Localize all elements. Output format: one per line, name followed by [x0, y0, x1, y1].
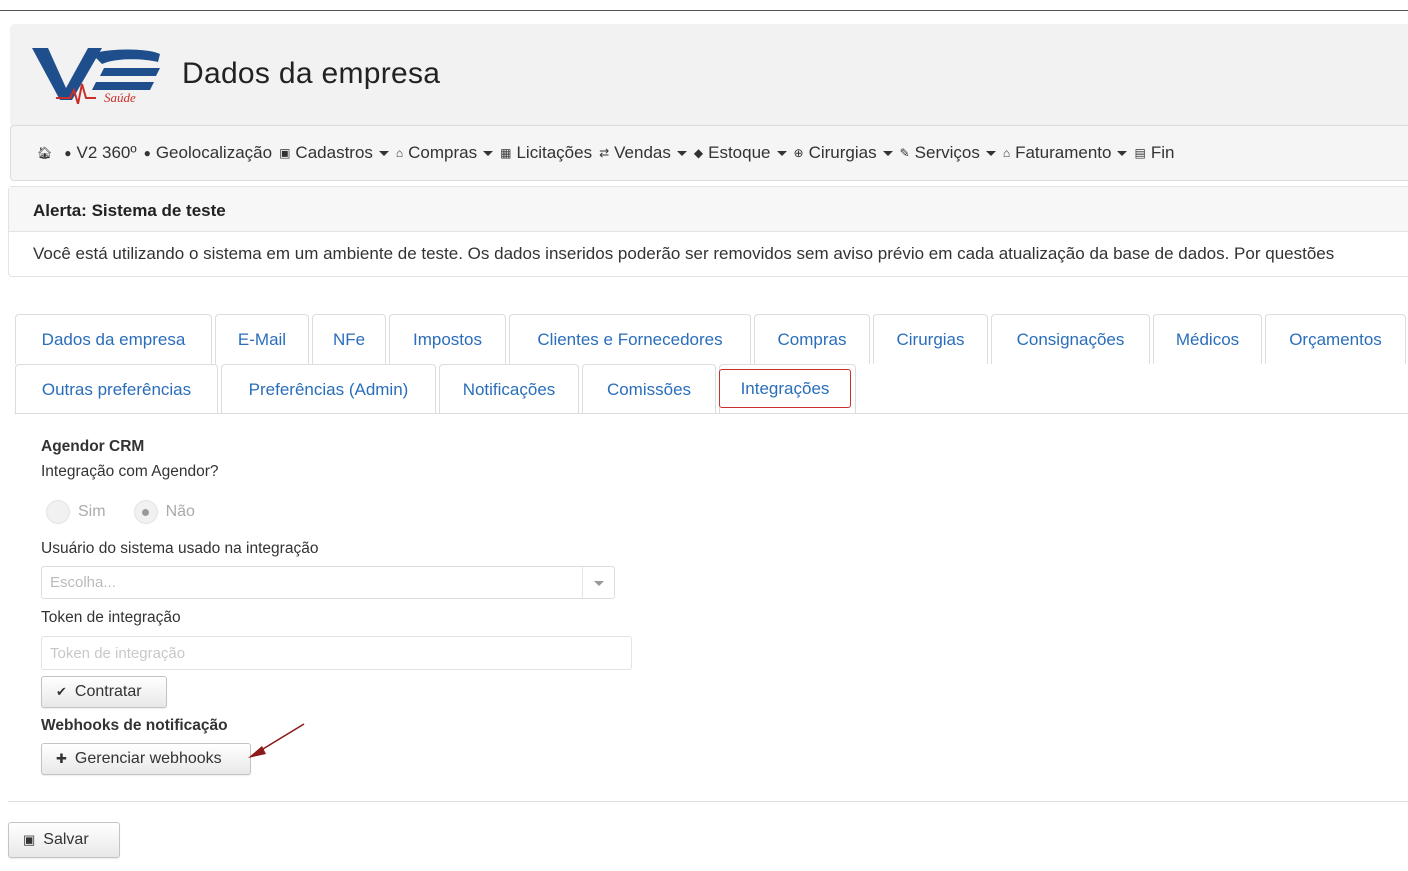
- nav-geolocalizacao[interactable]: ● Geolocalização: [144, 143, 273, 163]
- radio-nao-label: Não: [165, 503, 195, 520]
- tab-consignacoes[interactable]: Consignações: [991, 314, 1150, 364]
- bank-icon: ⌂: [1002, 146, 1011, 160]
- caret-down-icon: [378, 150, 389, 156]
- nav-v2-360[interactable]: ● V2 360º: [64, 143, 136, 163]
- alert-message: Você está utilizando o sistema em um amb…: [33, 244, 1335, 263]
- nav-financeiro[interactable]: ▤ Fin: [1134, 143, 1174, 163]
- user-select[interactable]: Escolha...: [41, 566, 615, 599]
- contratar-button[interactable]: ✔ Contratar: [41, 676, 167, 708]
- agendor-question-label: Integração com Agendor?: [41, 463, 219, 480]
- tab-email[interactable]: E-Mail: [215, 314, 309, 364]
- nav-label: Cirurgias: [808, 143, 877, 162]
- section-title-agendor: Agendor CRM: [41, 438, 145, 455]
- tabs-bottom-border: [14, 413, 1408, 414]
- caret-down-icon: [1117, 150, 1128, 156]
- check-icon: ✔: [56, 684, 67, 699]
- nav-label: Fin: [1150, 143, 1175, 162]
- tab-notificacoes[interactable]: Notificações: [439, 364, 579, 414]
- nav-label: Serviços: [914, 143, 980, 162]
- svg-text:Saúde: Saúde: [104, 90, 136, 104]
- annotation-arrow: [248, 723, 305, 758]
- caret-down-icon: [483, 150, 494, 156]
- v2-saude-logo: Saúde: [30, 44, 162, 109]
- caret-down-icon: [882, 150, 893, 156]
- globe-icon: ●: [143, 146, 151, 160]
- tab-nfe[interactable]: NFe: [312, 314, 386, 364]
- form-divider: [8, 801, 1408, 802]
- tab-clientes-fornecedores[interactable]: Clientes e Fornecedores: [509, 314, 751, 364]
- nav-cirurgias[interactable]: ⊕ Cirurgias: [794, 143, 893, 163]
- manage-webhooks-label: Gerenciar webhooks: [74, 750, 222, 767]
- save-icon: ▣: [279, 146, 291, 160]
- manage-webhooks-button[interactable]: ✚ Gerenciar webhooks: [41, 743, 251, 775]
- nav-compras[interactable]: ⌂ Compras: [395, 143, 494, 163]
- home-icon: 🏠︎: [37, 146, 53, 160]
- select-arrow: [582, 567, 614, 598]
- tab-outras-preferencias[interactable]: Outras preferências: [15, 364, 218, 414]
- alert-title: Alerta: Sistema de teste: [9, 187, 1408, 232]
- floppy-icon: ▣: [23, 832, 36, 847]
- radio-sim-label: Sim: [78, 503, 106, 520]
- token-input[interactable]: [41, 636, 632, 670]
- nav-label: V2 360º: [76, 143, 137, 162]
- bank-icon: ⌂: [395, 146, 404, 160]
- tab-preferencias-admin[interactable]: Preferências (Admin): [221, 364, 436, 414]
- wrench-icon: ✎: [899, 146, 910, 160]
- nav-label: Vendas: [614, 143, 671, 162]
- table-icon: ▤: [1134, 146, 1146, 160]
- caret-down-icon: [776, 150, 787, 156]
- nav-home[interactable]: 🏠︎: [37, 146, 57, 160]
- nav-label: Licitações: [516, 143, 593, 162]
- nav-licitacoes[interactable]: ▦ Licitações: [500, 143, 592, 163]
- tab-orcamentos[interactable]: Orçamentos: [1265, 314, 1406, 364]
- nav-label: Cadastros: [295, 143, 373, 162]
- plus-icon: ✚: [56, 751, 67, 766]
- tab-compras[interactable]: Compras: [754, 314, 870, 364]
- caret-down-icon: [676, 150, 687, 156]
- chevron-down-icon: [594, 581, 604, 586]
- test-system-alert: Alerta: Sistema de teste Você está utili…: [8, 186, 1408, 277]
- radio-nao[interactable]: [133, 500, 158, 524]
- nav-faturamento[interactable]: ⌂ Faturamento: [1003, 143, 1128, 163]
- tab-medicos[interactable]: Médicos: [1153, 314, 1262, 364]
- tag-icon: ◆: [693, 146, 704, 160]
- contratar-label: Contratar: [74, 683, 142, 700]
- plus-circle-icon: ⊕: [793, 146, 804, 160]
- nav-vendas[interactable]: ⇄ Vendas: [599, 143, 687, 163]
- nav-cadastros[interactable]: ▣ Cadastros: [279, 143, 389, 163]
- nav-estoque[interactable]: ◆ Estoque: [694, 143, 787, 163]
- nav-label: Compras: [408, 143, 478, 162]
- section-title-webhooks: Webhooks de notificação: [41, 717, 228, 734]
- transfer-icon: ⇄: [599, 146, 610, 160]
- caret-down-icon: [985, 150, 996, 156]
- page-title: Dados da empresa: [182, 57, 441, 90]
- token-label: Token de integração: [41, 609, 181, 626]
- user-label: Usuário do sistema usado na integração: [41, 540, 319, 557]
- nav-label: Estoque: [708, 143, 771, 162]
- user-select-placeholder: Escolha...: [50, 574, 116, 591]
- building-icon: ▦: [500, 146, 512, 160]
- tab-impostos[interactable]: Impostos: [389, 314, 506, 364]
- nav-label: Faturamento: [1015, 143, 1112, 162]
- globe-icon: ●: [64, 146, 72, 160]
- tab-cirurgias[interactable]: Cirurgias: [873, 314, 988, 364]
- tab-integracoes[interactable]: Integrações: [719, 369, 851, 408]
- tab-dados-empresa[interactable]: Dados da empresa: [15, 314, 212, 364]
- main-navbar: 🏠︎ ● V2 360º ● Geolocalização ▣ Cadastro…: [10, 125, 1408, 181]
- tab-comissoes[interactable]: Comissões: [582, 364, 716, 414]
- nav-label: Geolocalização: [155, 143, 273, 162]
- nav-servicos[interactable]: ✎ Serviços: [900, 143, 996, 163]
- save-label: Salvar: [43, 831, 89, 848]
- radio-selected-dot: [142, 508, 150, 516]
- top-rule: [0, 10, 1408, 11]
- radio-sim[interactable]: [46, 500, 70, 524]
- save-button[interactable]: ▣ Salvar: [8, 822, 120, 858]
- agendor-radio-group: Sim Não: [46, 500, 223, 524]
